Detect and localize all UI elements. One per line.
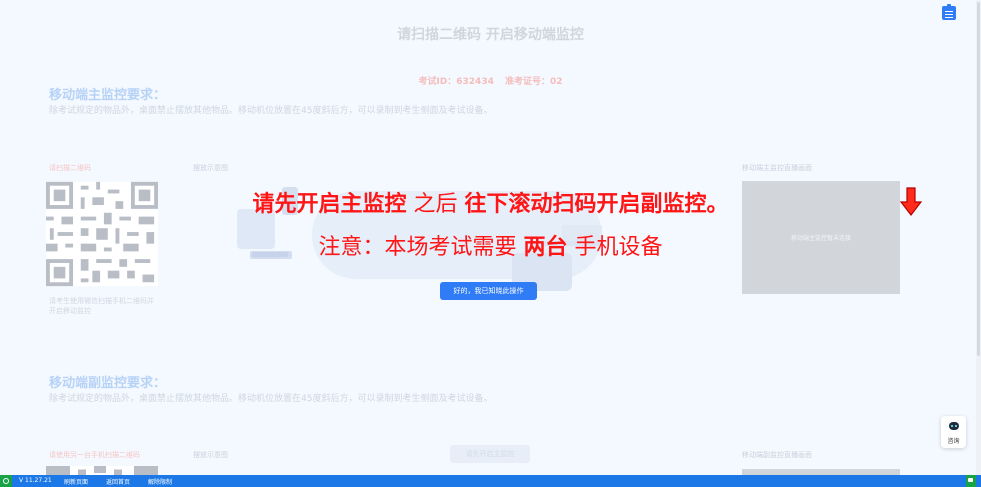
- overlay-scroll-hint: 往下滚动扫码开启副监控。: [464, 192, 729, 217]
- qr-note: 请考生使用微信扫描手机二维码并开启移动监控: [49, 297, 154, 315]
- exam-id: 考试ID：632434: [418, 77, 494, 87]
- remove-restriction-link[interactable]: 解除限制: [148, 477, 172, 486]
- overlay-then: 之后: [406, 192, 465, 217]
- sub-qr-label: 请使用另一台手机扫描二维码: [49, 451, 140, 459]
- sub-example-label: 摆放示意图: [193, 451, 228, 459]
- back-home-link[interactable]: 返回首页: [106, 477, 130, 486]
- arrow-down-icon: [900, 187, 922, 216]
- scrollbar-thumb[interactable]: [977, 2, 980, 356]
- sub-preview-label: 移动端副监控直播画面: [742, 451, 812, 459]
- exam-monitor-page: 请扫描二维码 开启移动端监控 考试ID：632434 准考证号：02 移动端主监…: [0, 0, 981, 487]
- seat-number: 准考证号：02: [505, 77, 563, 87]
- bottom-status-bar: V 11.27.21 刷新页面 返回首页 解除限制: [0, 475, 981, 487]
- consult-label: 咨询: [947, 438, 960, 445]
- search-icon[interactable]: [0, 475, 12, 487]
- open-main-first-button[interactable]: 请先开启主监控: [450, 445, 530, 463]
- overlay-instruction-line1: 请先开启主监控 之后 往下滚动扫码开启副监控。: [0, 186, 981, 218]
- page-scrollbar[interactable]: [976, 0, 981, 475]
- sub-monitor-description: 除考试规定的物品外，桌面禁止摆放其他物品。移动机位放置在45度斜后方，可以录制到…: [49, 394, 493, 404]
- chat-icon[interactable]: [966, 475, 976, 487]
- page-title: 请扫描二维码 开启移动端监控: [397, 27, 584, 43]
- overlay-note: 注意：本场考试需要: [318, 235, 524, 260]
- consult-widget[interactable]: 咨询: [941, 416, 966, 448]
- main-monitor-heading: 移动端主监控要求：: [49, 88, 167, 103]
- overlay-two-devices: 两台: [523, 235, 568, 260]
- main-preview-label: 移动端主监控直播画面: [742, 164, 812, 172]
- refresh-page-link[interactable]: 刷新页面: [64, 477, 88, 486]
- overlay-phone-devices: 手机设备: [567, 235, 663, 260]
- robot-icon: [949, 422, 959, 430]
- version-label: V 11.27.21: [19, 477, 52, 484]
- overlay-open-main: 请先开启主监控: [252, 192, 407, 217]
- main-qr-label: 请扫描二维码: [49, 164, 91, 172]
- sub-monitor-heading: 移动端副监控要求：: [49, 376, 167, 391]
- main-monitor-description: 除考试规定的物品外，桌面禁止摆放其他物品。移动机位放置在45度斜后方，可以录制到…: [49, 106, 493, 116]
- clipboard-icon[interactable]: [942, 4, 956, 20]
- main-example-label: 摆放示意图: [193, 164, 228, 172]
- overlay-instruction-line2: 注意：本场考试需要 两台 手机设备: [0, 229, 981, 261]
- acknowledge-button[interactable]: 好的，我已知晓此操作: [440, 282, 537, 300]
